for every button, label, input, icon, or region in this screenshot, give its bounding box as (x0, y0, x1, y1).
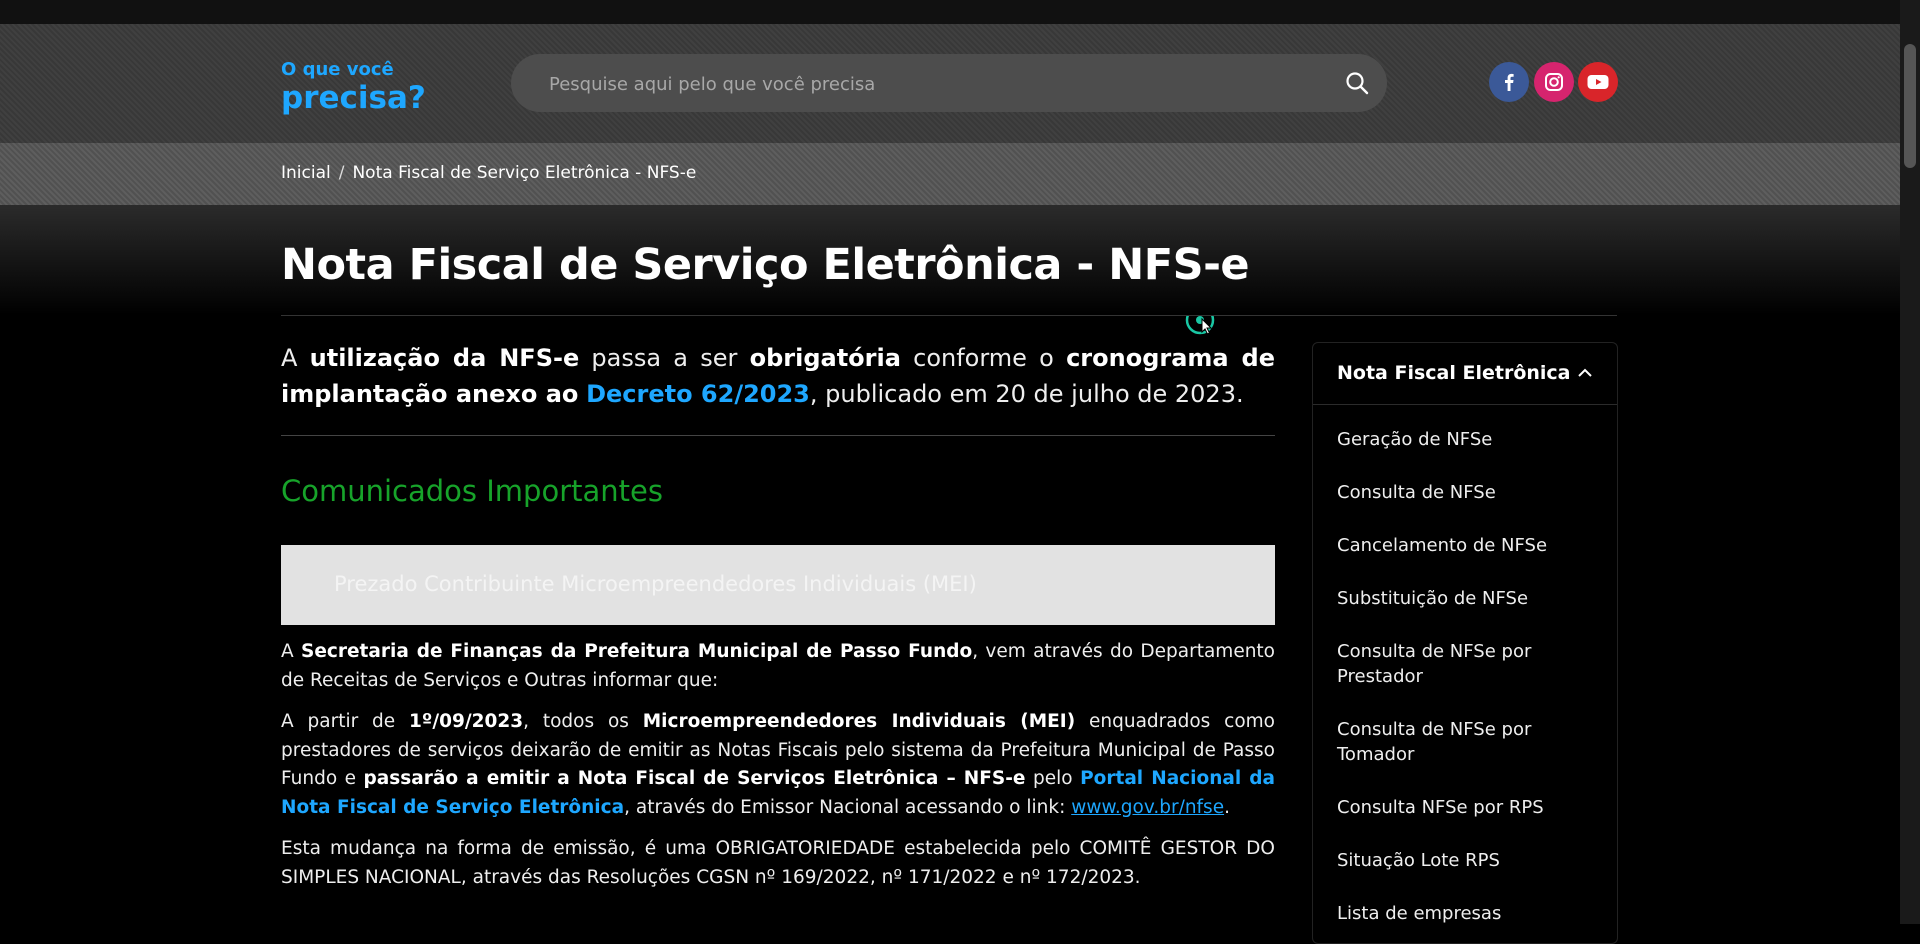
paragraph-text: , todos os (523, 711, 643, 732)
search-icon[interactable] (1345, 71, 1369, 95)
sidebar-item-consulta-tomador[interactable]: Consulta de NFSe por Tomador (1337, 717, 1593, 767)
browser-top-strip (0, 0, 1900, 24)
paragraph-mei: A partir de 1º/09/2023, todos os Microem… (281, 708, 1275, 822)
section-title: Comunicados Importantes (281, 474, 663, 508)
sidebar-menu: Nota Fiscal Eletrônica Geração de NFSe C… (1312, 342, 1618, 944)
lead-text: A (281, 344, 310, 372)
paragraph-text: , através do Emissor Nacional acessando … (624, 796, 1072, 818)
chevron-up-icon[interactable] (1577, 365, 1593, 381)
site-header: O que você precisa? (0, 24, 1900, 144)
sidebar-item-lista-empresas[interactable]: Lista de empresas (1337, 901, 1593, 926)
paragraph-secretaria: A Secretaria de Finanças da Prefeitura M… (281, 638, 1275, 695)
sidebar-list: Geração de NFSe Consulta de NFSe Cancela… (1313, 405, 1617, 926)
youtube-icon (1587, 74, 1609, 90)
youtube-link[interactable] (1578, 62, 1618, 102)
brand-big-text: precisa? (281, 80, 426, 116)
lead-paragraph: A utilização da NFS-e passa a ser obriga… (281, 340, 1275, 412)
sidebar-item-cancelamento[interactable]: Cancelamento de NFSe (1337, 533, 1593, 558)
breadcrumb-bar: Inicial / Nota Fiscal de Serviço Eletrônic… (0, 143, 1900, 335)
notice-title: Prezado Contribuinte Microempreendedores… (334, 572, 977, 596)
lead-bold: obrigatória (749, 344, 901, 372)
title-divider (281, 315, 1617, 316)
paragraph-bold: passarão a emitir a Nota Fiscal de Servi… (363, 768, 1026, 789)
lead-text (578, 380, 586, 408)
instagram-icon (1544, 72, 1564, 92)
breadcrumb-separator: / (338, 163, 345, 183)
paragraph-obrigatoriedade: Esta mudança na forma de emissão, é uma … (281, 838, 1275, 888)
paragraph-bold: Microempreendedores Individuais (MEI) (642, 711, 1076, 732)
search-box (511, 54, 1387, 114)
sidebar-item-consulta-prestador[interactable]: Consulta de NFSe por Prestador (1337, 639, 1593, 689)
lead-text: , publicado em 20 de julho de 2023. (809, 380, 1244, 408)
sidebar-item-consulta-rps[interactable]: Consulta NFSe por RPS (1337, 795, 1593, 820)
breadcrumb-current: Nota Fiscal de Serviço Eletrônica - NFS-… (352, 163, 697, 183)
paragraph-text: A partir de (281, 711, 410, 732)
paragraph-text: A (281, 641, 302, 662)
page-title: Nota Fiscal de Serviço Eletrônica - NFS-… (281, 240, 1250, 290)
breadcrumb: Inicial / Nota Fiscal de Serviço Eletrônic… (281, 163, 696, 183)
brand-small-text: O que você (281, 59, 394, 80)
decree-link[interactable]: Decreto 62/2023 (586, 380, 810, 408)
page-scrollbar[interactable] (1900, 0, 1920, 924)
search-input[interactable] (547, 54, 1331, 114)
lead-text: conforme o (900, 344, 1067, 372)
notice-header[interactable]: Prezado Contribuinte Microempreendedores… (281, 545, 1275, 625)
breadcrumb-home-link[interactable]: Inicial (281, 163, 331, 183)
sidebar-header[interactable]: Nota Fiscal Eletrônica (1313, 343, 1617, 405)
paragraph-text: pelo (1025, 768, 1081, 789)
brand-prompt: O que você precisa? (281, 59, 426, 117)
instagram-link[interactable] (1534, 62, 1574, 102)
paragraph-bold: Secretaria de Finanças da Prefeitura Mun… (301, 641, 973, 662)
sidebar-item-geracao[interactable]: Geração de NFSe (1337, 427, 1593, 452)
content-divider (281, 435, 1275, 436)
sidebar-item-situacao-lote[interactable]: Situação Lote RPS (1337, 848, 1593, 873)
facebook-icon (1501, 73, 1517, 91)
gov-nfse-link[interactable]: www.gov.br/nfse (1071, 797, 1224, 818)
sidebar-title: Nota Fiscal Eletrônica (1337, 362, 1571, 384)
sidebar-item-consulta[interactable]: Consulta de NFSe (1337, 480, 1593, 505)
main-content: A utilização da NFS-e passa a ser obriga… (281, 340, 1275, 892)
lead-bold: utilização da NFS-e (309, 344, 580, 372)
sidebar-item-substituicao[interactable]: Substituição de NFSe (1337, 586, 1593, 611)
facebook-link[interactable] (1489, 62, 1529, 102)
lead-text: passa a ser (579, 344, 750, 372)
scrollbar-thumb[interactable] (1904, 44, 1916, 168)
paragraph-bold: 1º/09/2023 (409, 711, 524, 732)
paragraph-text: . (1224, 796, 1230, 818)
